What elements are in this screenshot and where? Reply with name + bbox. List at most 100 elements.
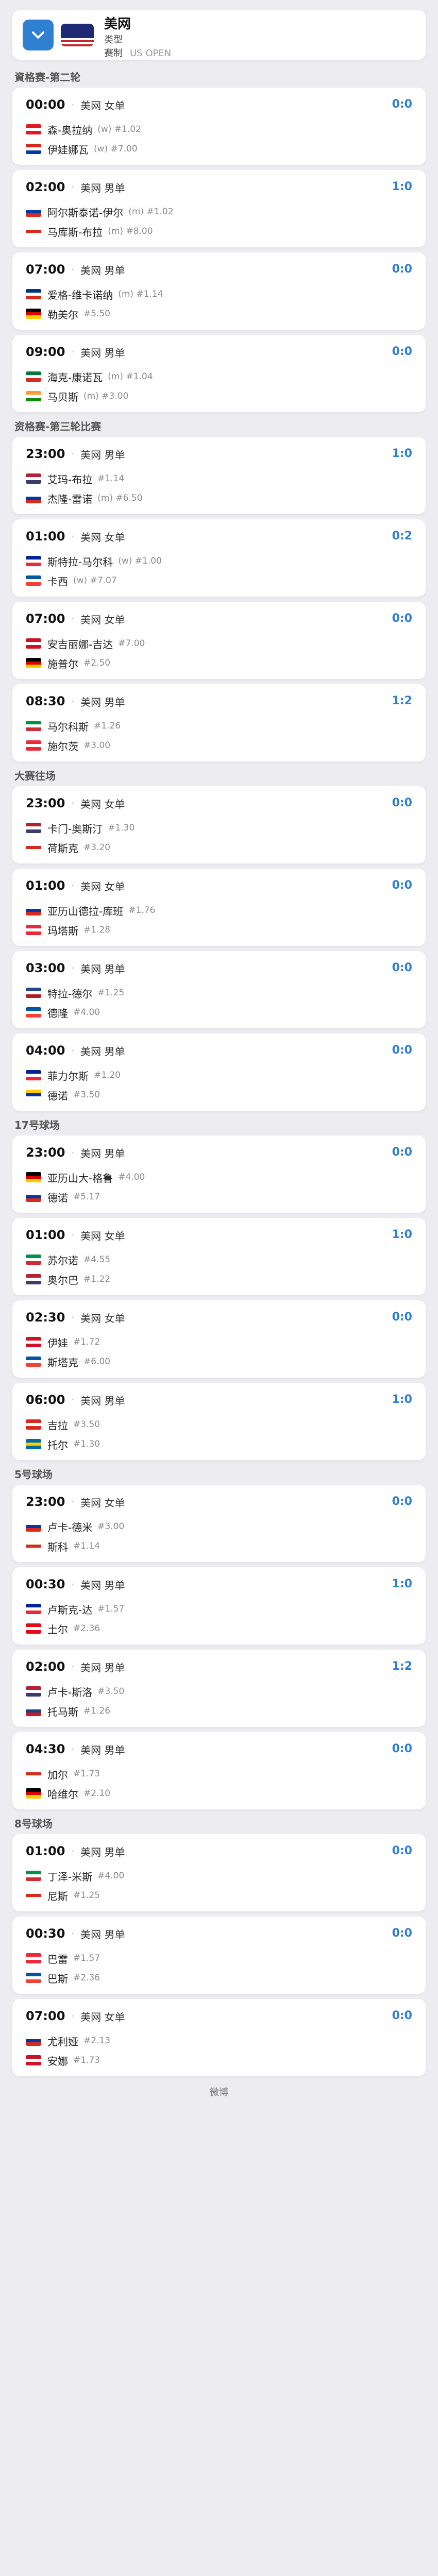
player-name: 杰隆-雷诺: [47, 493, 93, 505]
player-odds: (w) #7.00: [94, 144, 138, 154]
match-card[interactable]: 23:00 · 美网 男单 1:0 艾玛-布拉 #1.14 杰隆-雷诺 (m) #6.50: [12, 437, 426, 514]
player-row: 卡门-奥斯汀 #1.30: [26, 820, 134, 836]
match-score: 0:0: [392, 1311, 412, 1324]
match-card[interactable]: 03:00 · 美网 男单 0:0 特拉-德尔 #1.25 德隆 #4.00: [12, 951, 426, 1028]
player-name: 卢斯克-达: [47, 1603, 93, 1616]
country-flag-icon: [26, 1007, 41, 1018]
match-league: 美网 男单: [80, 1928, 125, 1941]
player-name: 斯特拉-马尔科: [47, 555, 113, 568]
separator-dot: ·: [71, 2010, 75, 2022]
separator-dot: ·: [71, 264, 75, 275]
match-card[interactable]: 01:00 · 美网 女单 0:2 斯特拉-马尔科 (w) #1.00 卡西 (w) #7.0…: [12, 519, 426, 597]
match-card[interactable]: 00:30 · 美网 男单 0:0 巴雷 #1.57 巴斯 #2.36: [12, 1917, 426, 1994]
player-odds: #3.20: [83, 842, 111, 853]
match-time: 02:30: [26, 1310, 65, 1325]
country-flag-icon: [26, 1192, 41, 1202]
match-card[interactable]: 23:00 · 美网 女单 0:0 卢卡-德米 #3.00 斯科 #1.14: [12, 1485, 426, 1562]
match-schedule: 資格赛-第二轮 00:00 · 美网 女单 0:0 森-奥拉纳 (w) #1.02 伊娃娜瓦 (…: [12, 71, 426, 2076]
match-card[interactable]: 00:30 · 美网 男单 1:0 卢斯克-达 #1.57 土尔 #2.36: [12, 1567, 426, 1645]
separator-dot: ·: [71, 1045, 75, 1056]
player-row: 斯塔克 #6.00: [26, 1354, 110, 1369]
us-flag-icon: [61, 24, 94, 46]
country-flag-icon: [26, 1070, 41, 1080]
match-card[interactable]: 02:30 · 美网 女单 0:0 伊娃 #1.72 斯塔克 #6.00: [12, 1300, 426, 1378]
player-row: 亚历山大-格鲁 #4.00: [26, 1170, 145, 1185]
country-flag-icon: [26, 925, 41, 935]
match-time: 04:30: [26, 1742, 65, 1756]
player-name: 阿尔斯泰诺-伊尔: [47, 206, 124, 219]
match-card[interactable]: 02:00 · 美网 男单 1:2 卢卡-斯洛 #3.50 托马斯 #1.26: [12, 1650, 426, 1727]
player-odds: #1.26: [83, 1706, 111, 1716]
tournament-header: 美网 类型 赛制 US OPEN: [12, 10, 426, 60]
match-time: 07:00: [26, 262, 65, 277]
match-card[interactable]: 07:00 · 美网 女单 0:0 尤利娅 #2.13 安娜 #1.73: [12, 1999, 426, 2076]
player-row: 马库斯-布拉 (m) #8.00: [26, 224, 153, 239]
round-title: 大赛往场: [14, 770, 56, 782]
match-time: 09:00: [26, 345, 65, 359]
match-card[interactable]: 00:00 · 美网 女单 0:0 森-奥拉纳 (w) #1.02 伊娃娜瓦 (w) #7.0…: [12, 88, 426, 165]
match-league: 美网 女单: [80, 2010, 125, 2023]
player-name: 艾玛-布拉: [47, 473, 93, 486]
player-odds: #5.17: [73, 1192, 100, 1202]
match-card[interactable]: 09:00 · 美网 男单 0:0 海克-康诺瓦 (m) #1.04 马贝斯 (m) #3.0…: [12, 335, 426, 412]
match-league: 美网 男单: [80, 181, 125, 194]
player-odds: #1.76: [128, 905, 156, 916]
match-score: 0:0: [392, 2009, 412, 2022]
match-card[interactable]: 07:00 · 美网 女单 0:0 安吉丽娜-吉达 #7.00 施普尔 #2.50: [12, 602, 426, 679]
player-odds: #3.50: [73, 1419, 100, 1430]
match-card[interactable]: 23:00 · 美网 女单 0:0 卡门-奥斯汀 #1.30 荷斯克 #3.20: [12, 786, 426, 863]
match-card[interactable]: 06:00 · 美网 男单 1:0 吉拉 #3.50 托尔 #1.30: [12, 1383, 426, 1460]
player-row: 海克-康诺瓦 (m) #1.04: [26, 369, 153, 384]
player-name: 哈维尔: [47, 1788, 78, 1801]
player-name: 土尔: [47, 1623, 68, 1636]
player-odds: (m) #3.00: [83, 391, 129, 401]
player-name: 加尔: [47, 1768, 68, 1781]
player-name: 海克-康诺瓦: [47, 371, 103, 384]
round-section: 17号球场 23:00 · 美网 男单 0:0 亚历山大-格鲁 #4.00 德诺 #5.17 01…: [12, 1119, 426, 1460]
match-league: 美网 男单: [80, 1845, 125, 1858]
separator-dot: ·: [71, 1661, 75, 1672]
country-flag-icon: [26, 658, 41, 668]
match-card[interactable]: 01:00 · 美网 女单 1:0 苏尔诺 #4.55 奥尔巴 #1.22: [12, 1218, 426, 1295]
player-row: 艾玛-布拉 #1.14: [26, 471, 124, 486]
separator-dot: ·: [71, 613, 75, 624]
country-flag-icon: [26, 740, 41, 751]
separator-dot: ·: [71, 1394, 75, 1405]
match-card[interactable]: 02:00 · 美网 男单 1:0 阿尔斯泰诺-伊尔 (m) #1.02 马库斯-布拉 (m)…: [12, 170, 426, 247]
player-odds: #2.36: [73, 1973, 100, 1983]
player-name: 托尔: [47, 1438, 68, 1451]
app-logo[interactable]: [23, 20, 54, 50]
player-row: 尤利娅 #2.13: [26, 2033, 110, 2048]
match-league: 美网 女单: [80, 99, 125, 112]
player-odds: #1.22: [83, 1274, 111, 1284]
country-flag-icon: [26, 1274, 41, 1284]
player-name: 卡门-奥斯汀: [47, 822, 103, 835]
player-odds: #6.00: [83, 1357, 111, 1367]
player-odds: #1.30: [73, 1439, 100, 1449]
match-card[interactable]: 23:00 · 美网 男单 0:0 亚历山大-格鲁 #4.00 德诺 #5.17: [12, 1136, 426, 1213]
round-title: 资格赛-第三轮比赛: [14, 420, 102, 433]
country-flag-icon: [26, 1172, 41, 1182]
match-card[interactable]: 08:30 · 美网 男单 1:2 马尔科斯 #1.26 施尔茨 #3.00: [12, 684, 426, 761]
player-row: 斯特拉-马尔科 (w) #1.00: [26, 553, 162, 569]
match-league: 美网 男单: [80, 448, 125, 461]
match-card[interactable]: 04:30 · 美网 男单 0:0 加尔 #1.73 哈维尔 #2.10: [12, 1732, 426, 1809]
player-name: 马尔科斯: [47, 720, 89, 733]
player-odds: #1.73: [73, 1769, 100, 1779]
player-name: 斯塔克: [47, 1356, 78, 1369]
player-row: 安吉丽娜-吉达 #7.00: [26, 636, 145, 651]
player-row: 德诺 #3.50: [26, 1087, 100, 1103]
country-flag-icon: [26, 493, 41, 503]
match-time: 06:00: [26, 1393, 65, 1407]
match-score: 0:0: [392, 879, 412, 892]
player-odds: (m) #8.00: [108, 226, 153, 236]
match-card[interactable]: 04:00 · 美网 男单 0:0 菲力尔斯 #1.20 德诺 #3.50: [12, 1033, 426, 1111]
player-odds: #2.13: [83, 2036, 111, 2046]
match-card[interactable]: 01:00 · 美网 女单 0:0 亚历山德拉-库班 #1.76 玛塔斯 #1.28: [12, 869, 426, 946]
match-card[interactable]: 01:00 · 美网 男单 0:0 丁泽-米斯 #4.00 尼斯 #1.25: [12, 1834, 426, 1911]
player-row: 苏尔诺 #4.55: [26, 1252, 110, 1267]
player-name: 卡西: [47, 575, 68, 588]
match-card[interactable]: 07:00 · 美网 男单 0:0 爱格-维卡诺纳 (m) #1.14 勒美尔 #5.50: [12, 252, 426, 330]
footer: 微博: [12, 2081, 426, 2102]
player-name: 托马斯: [47, 1705, 78, 1718]
